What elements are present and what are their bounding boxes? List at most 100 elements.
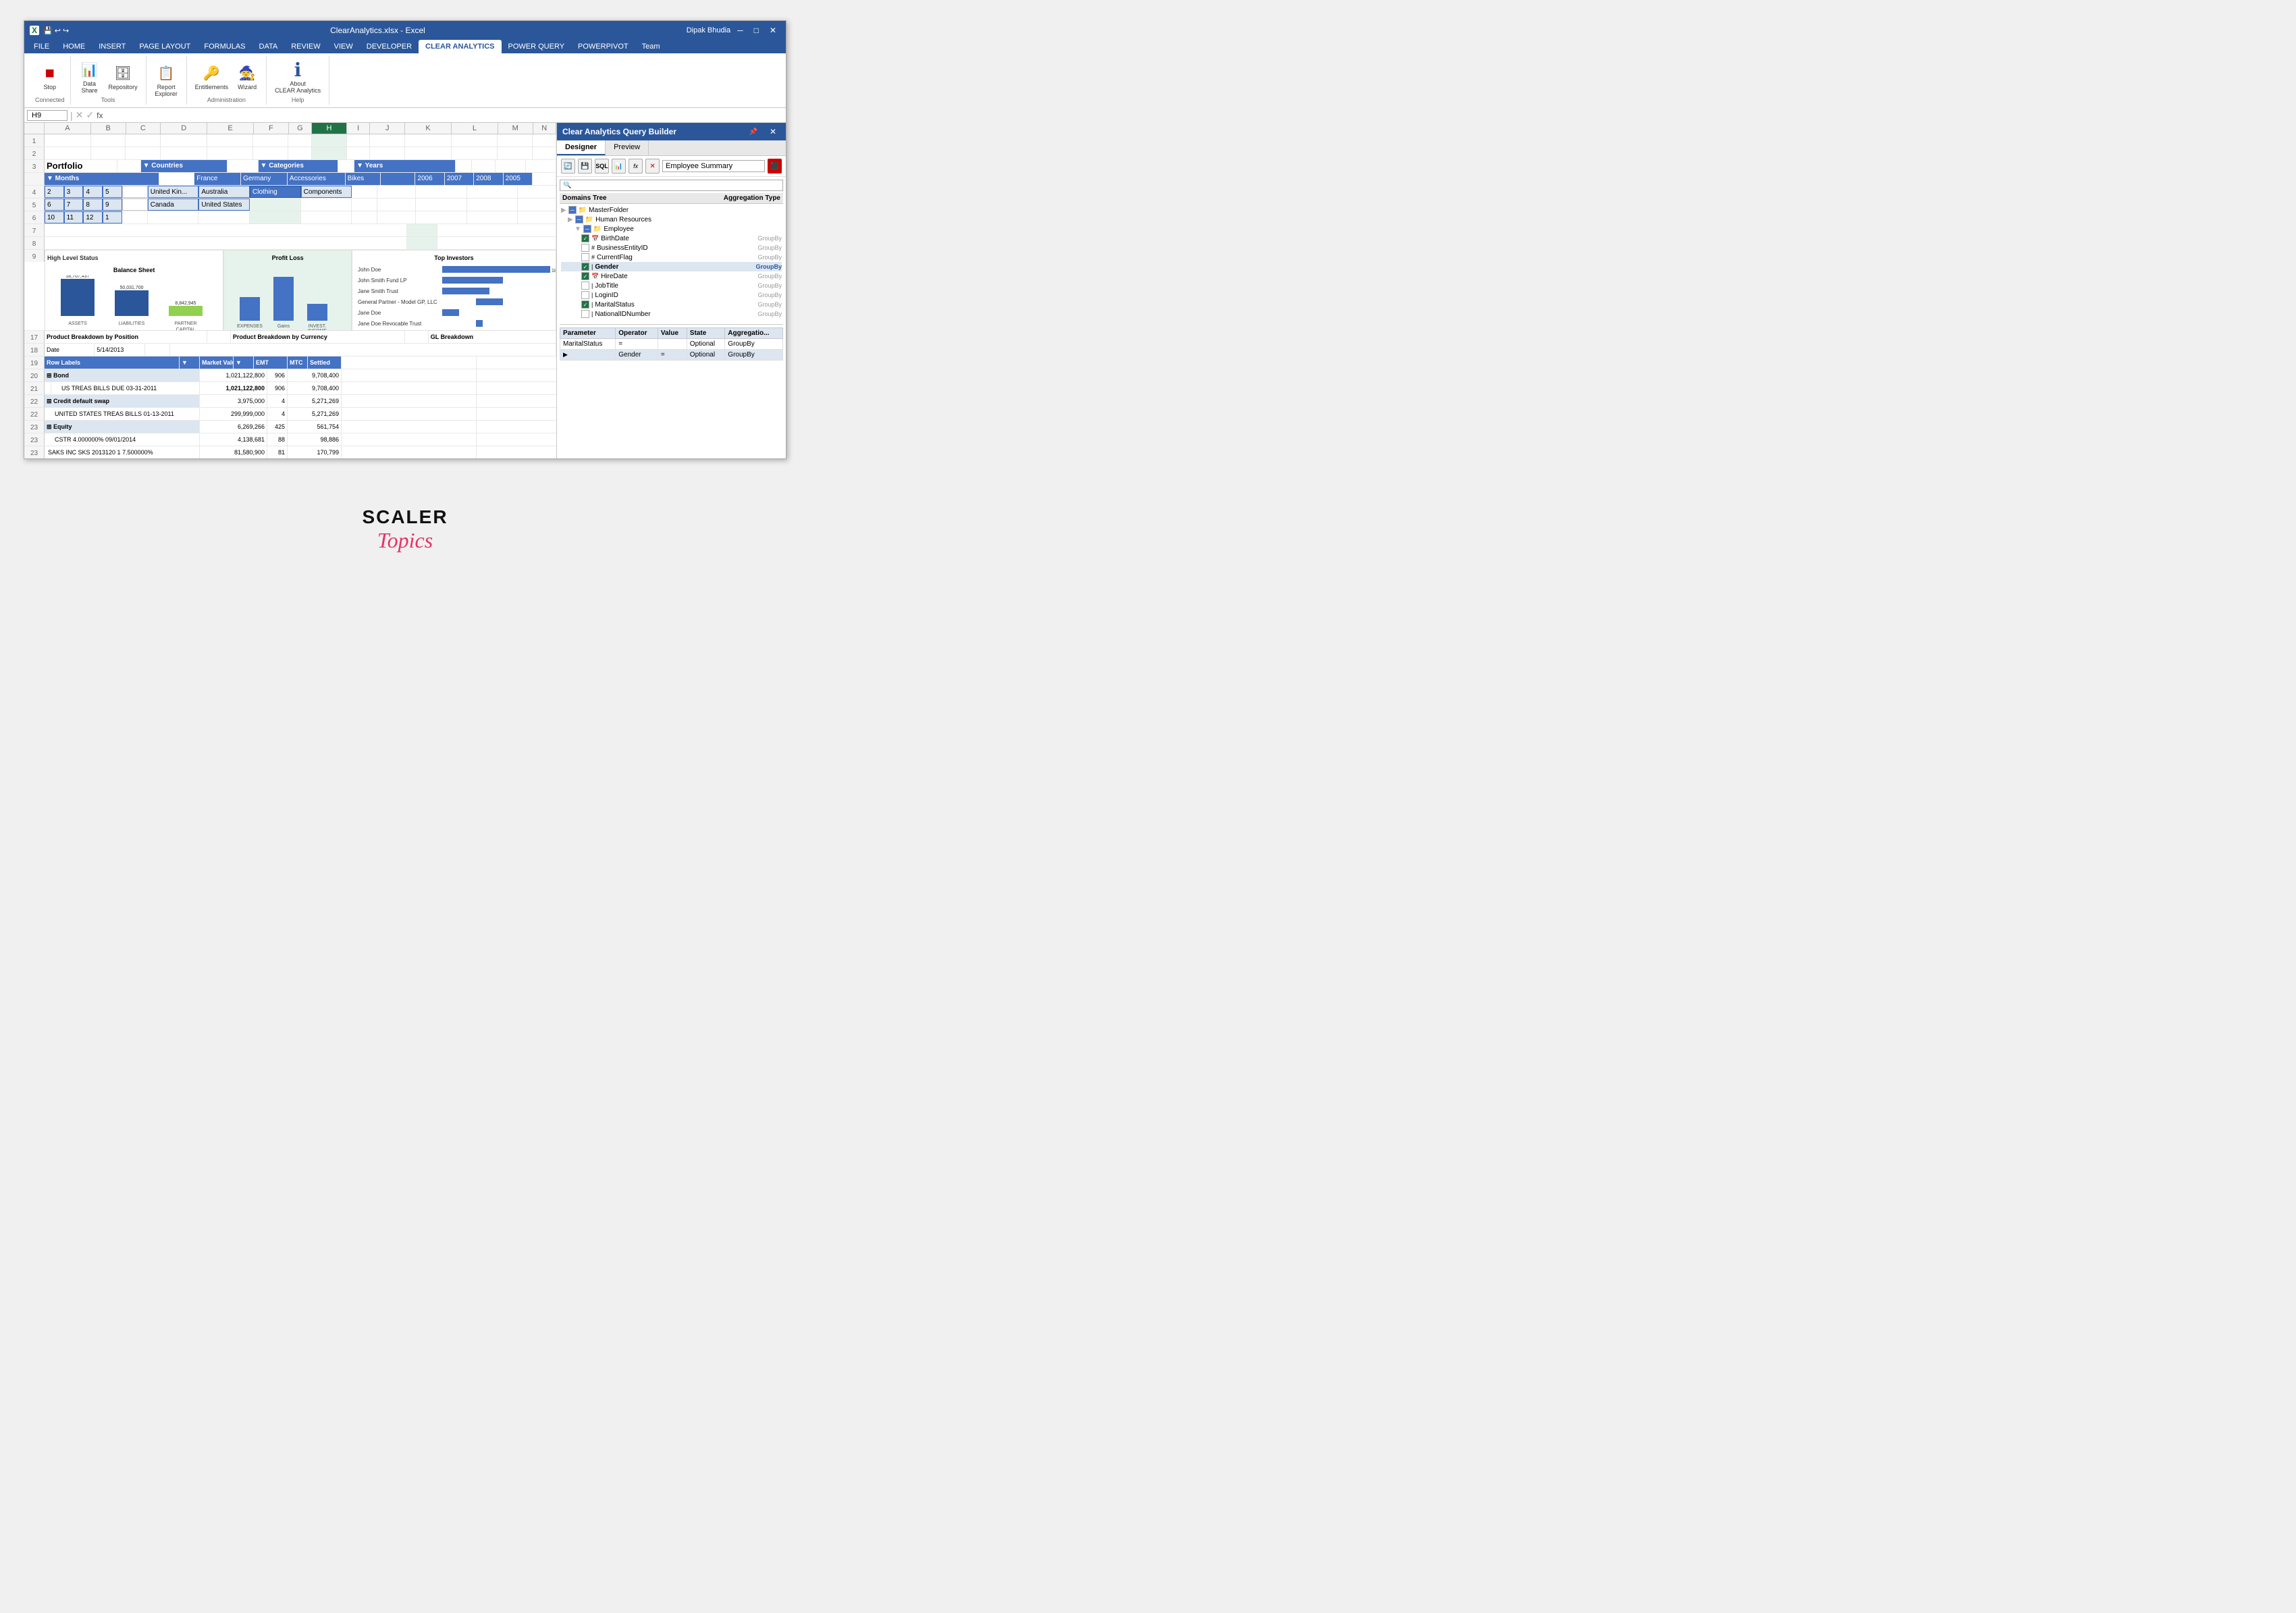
tab-file[interactable]: FILE bbox=[27, 40, 56, 53]
col-k[interactable]: K bbox=[405, 123, 452, 134]
about-button[interactable]: ℹ AboutCLEAR Analytics bbox=[272, 57, 323, 95]
tab-view[interactable]: VIEW bbox=[327, 40, 360, 53]
month-9[interactable]: 9 bbox=[103, 199, 122, 211]
col-e[interactable]: E bbox=[207, 123, 254, 134]
tree-masterfolder[interactable]: ▶ ─ 📁 MasterFolder bbox=[561, 205, 782, 215]
report-explorer-button[interactable]: 📋 ReportExplorer bbox=[152, 61, 180, 99]
month-12[interactable]: 12 bbox=[83, 211, 103, 223]
wizard-button[interactable]: 🧙 Wizard bbox=[234, 61, 261, 92]
tab-page-layout[interactable]: PAGE LAYOUT bbox=[132, 40, 197, 53]
param-row-marital[interactable]: MaritalStatus = Optional GroupBy bbox=[560, 339, 783, 350]
col-m[interactable]: M bbox=[498, 123, 533, 134]
tree-check-maritalstatus[interactable]: ✓ bbox=[581, 300, 589, 309]
col-l[interactable]: L bbox=[452, 123, 498, 134]
qb-query-name-input[interactable] bbox=[662, 160, 765, 172]
tree-birthdate[interactable]: ✓ 📅 BirthDate GroupBy bbox=[561, 234, 782, 243]
qb-chart-btn[interactable]: 📊 bbox=[612, 159, 626, 174]
month-3[interactable]: 3 bbox=[64, 186, 84, 198]
stop-button[interactable]: ⏹ Stop bbox=[36, 61, 63, 92]
category-accessories[interactable]: Accessories bbox=[288, 173, 346, 185]
tree-check-currentflag[interactable] bbox=[581, 253, 589, 261]
tab-home[interactable]: HOME bbox=[56, 40, 92, 53]
category-clothing[interactable]: Clothing bbox=[250, 186, 301, 198]
col-n[interactable]: N bbox=[533, 123, 557, 134]
year-2008[interactable]: 2008 bbox=[474, 173, 503, 185]
close-btn[interactable]: ✕ bbox=[766, 24, 780, 36]
month-4[interactable]: 4 bbox=[83, 186, 103, 198]
tree-maritalstatus[interactable]: ✓ | MaritalStatus GroupBy bbox=[561, 300, 782, 309]
tree-businessentityid[interactable]: # BusinessEntityID GroupBy bbox=[561, 243, 782, 253]
tree-check-businessentityid[interactable] bbox=[581, 244, 589, 252]
tree-check-employee[interactable]: ─ bbox=[583, 225, 591, 233]
tab-powerpivot[interactable]: POWERPIVOT bbox=[571, 40, 635, 53]
cancel-formula-btn[interactable]: ✕ bbox=[76, 109, 84, 121]
month-11[interactable]: 11 bbox=[64, 211, 84, 223]
qb-refresh-btn[interactable]: 🔄 bbox=[561, 159, 575, 174]
tab-review[interactable]: REVIEW bbox=[284, 40, 327, 53]
category-components[interactable]: Components bbox=[301, 186, 352, 198]
qb-close-btn[interactable]: ✕ bbox=[766, 126, 780, 138]
insert-function-btn[interactable]: fx bbox=[97, 111, 103, 120]
formula-input[interactable] bbox=[105, 111, 783, 120]
tree-check-gender[interactable]: ✓ bbox=[581, 263, 589, 271]
tree-loginid[interactable]: | LoginID GroupBy bbox=[561, 290, 782, 300]
cell-reference-box[interactable] bbox=[27, 110, 68, 121]
tree-hiredate[interactable]: ✓ 📅 HireDate GroupBy bbox=[561, 271, 782, 281]
country-us[interactable]: United States bbox=[198, 199, 250, 211]
col-d[interactable]: D bbox=[161, 123, 207, 134]
month-2[interactable]: 2 bbox=[45, 186, 64, 198]
data-share-button[interactable]: 📊 DataShare bbox=[76, 57, 103, 95]
country-uk[interactable]: United Kin... bbox=[148, 186, 199, 198]
tab-formulas[interactable]: FORMULAS bbox=[197, 40, 252, 53]
month-1[interactable]: 1 bbox=[103, 211, 122, 223]
tree-check-jobtitle[interactable] bbox=[581, 282, 589, 290]
qb-delete-btn[interactable]: ✕ bbox=[645, 159, 660, 174]
qb-tab-preview[interactable]: Preview bbox=[606, 140, 649, 155]
month-10[interactable]: 10 bbox=[45, 211, 64, 223]
param-row-gender[interactable]: ▶ Gender = Optional GroupBy bbox=[560, 350, 783, 361]
qb-search-input[interactable] bbox=[560, 180, 783, 191]
tab-insert[interactable]: INSERT bbox=[92, 40, 132, 53]
col-j[interactable]: J bbox=[370, 123, 405, 134]
tab-developer[interactable]: DEVELOPER bbox=[360, 40, 419, 53]
year-2007[interactable]: 2007 bbox=[445, 173, 474, 185]
repository-button[interactable]: 🗄 Repository bbox=[106, 61, 140, 92]
col-i[interactable]: I bbox=[347, 123, 371, 134]
tree-check-masterfolder[interactable]: ─ bbox=[568, 206, 577, 214]
col-g[interactable]: G bbox=[289, 123, 313, 134]
year-2006[interactable]: 2006 bbox=[415, 173, 444, 185]
tab-clear-analytics[interactable]: CLEAR ANALYTICS bbox=[419, 40, 501, 53]
param-marital-value[interactable] bbox=[658, 339, 687, 350]
minimize-btn[interactable]: ─ bbox=[733, 24, 747, 36]
tree-check-nationalidnumber[interactable] bbox=[581, 310, 589, 318]
country-australia[interactable]: Australia bbox=[198, 186, 250, 198]
tab-team[interactable]: Team bbox=[635, 40, 667, 53]
col-b[interactable]: B bbox=[91, 123, 126, 134]
tree-nationalidnumber[interactable]: | NationalIDNumber GroupBy bbox=[561, 309, 782, 319]
country-germany[interactable]: Germany bbox=[241, 173, 288, 185]
country-france[interactable]: France bbox=[194, 173, 241, 185]
month-5[interactable]: 5 bbox=[103, 186, 122, 198]
qb-tab-designer[interactable]: Designer bbox=[557, 140, 606, 155]
qb-fx-btn[interactable]: fx bbox=[629, 159, 643, 174]
category-bikes[interactable]: Bikes bbox=[346, 173, 381, 185]
tree-check-loginid[interactable] bbox=[581, 291, 589, 299]
qb-expand-btn[interactable]: ⬛ bbox=[768, 159, 782, 174]
col-a[interactable]: A bbox=[45, 123, 91, 134]
month-7[interactable]: 7 bbox=[64, 199, 84, 211]
qb-save-btn[interactable]: 💾 bbox=[578, 159, 592, 174]
tree-currentflag[interactable]: # CurrentFlag GroupBy bbox=[561, 253, 782, 262]
tree-gender[interactable]: ✓ | Gender GroupBy bbox=[561, 262, 782, 271]
tab-power-query[interactable]: POWER QUERY bbox=[502, 40, 572, 53]
col-h[interactable]: H bbox=[312, 123, 347, 134]
tree-hr[interactable]: ▶ ─ 📁 Human Resources bbox=[561, 215, 782, 224]
tree-check-hr[interactable]: ─ bbox=[575, 215, 583, 223]
qb-sql-btn[interactable]: SQL bbox=[595, 159, 609, 174]
country-canada[interactable]: Canada bbox=[148, 199, 199, 211]
grid-area[interactable]: 1 2 bbox=[24, 134, 556, 458]
col-c[interactable]: C bbox=[126, 123, 161, 134]
entitlements-button[interactable]: 🔑 Entitlements bbox=[192, 61, 232, 92]
qb-pin-btn[interactable]: 📌 bbox=[745, 126, 761, 138]
month-6[interactable]: 6 bbox=[45, 199, 64, 211]
tree-check-hiredate[interactable]: ✓ bbox=[581, 272, 589, 280]
